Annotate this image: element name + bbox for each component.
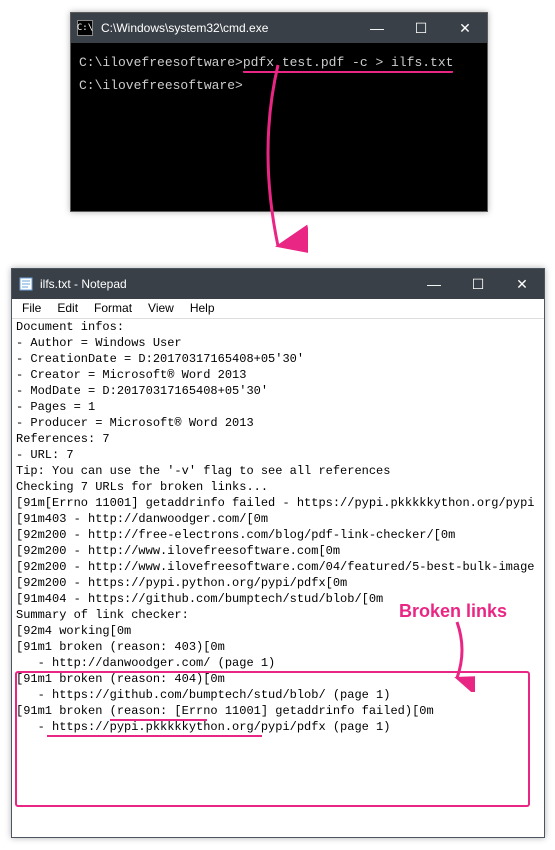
- notepad-window: ilfs.txt - Notepad — ☐ ✕ File Edit Forma…: [11, 268, 545, 838]
- text-line: [91m[Errno 11001] getaddrinfo failed - …: [16, 495, 540, 511]
- menu-format[interactable]: Format: [86, 299, 140, 318]
- text-line: [91m1 broken (reason: 403)[0m: [16, 639, 540, 655]
- text-line: - Producer = Microsoft® Word 2013: [16, 415, 540, 431]
- cmd-line-1: C:\ilovefreesoftware>pdfx test.pdf -c > …: [79, 55, 479, 70]
- maximize-button[interactable]: ☐: [399, 13, 443, 43]
- cmd-body[interactable]: C:\ilovefreesoftware>pdfx test.pdf -c > …: [71, 43, 487, 113]
- text-line: Document infos:: [16, 319, 540, 335]
- text-line: - Pages = 1: [16, 399, 540, 415]
- text-line: Summary of link checker:: [16, 607, 540, 623]
- maximize-button[interactable]: ☐: [456, 269, 500, 299]
- minimize-button[interactable]: —: [355, 13, 399, 43]
- text-line: - CreationDate = D:20170317165408+05'30': [16, 351, 540, 367]
- text-line: Checking 7 URLs for broken links...: [16, 479, 540, 495]
- text-line: [92m200 - http://www.ilovefreesoftware.…: [16, 543, 540, 559]
- notepad-window-controls: — ☐ ✕: [412, 269, 544, 299]
- minimize-button[interactable]: —: [412, 269, 456, 299]
- text-line: - ModDate = D:20170317165408+05'30': [16, 383, 540, 399]
- menu-file[interactable]: File: [14, 299, 49, 318]
- text-line: - http://danwoodger.com/ (page 1): [16, 655, 540, 671]
- text-line: Tip: You can use the '-v' flag to see al…: [16, 463, 540, 479]
- text-line: [92m200 - https://pypi.python.org/pypi/…: [16, 575, 540, 591]
- cmd-line-2: C:\ilovefreesoftware>: [79, 78, 479, 93]
- text-line: [91m1 broken (reason: 404)[0m: [16, 671, 540, 687]
- cmd-window-controls: — ☐ ✕: [355, 13, 487, 43]
- notepad-titlebar: ilfs.txt - Notepad — ☐ ✕: [12, 269, 544, 299]
- close-button[interactable]: ✕: [500, 269, 544, 299]
- text-line: References: 7: [16, 431, 540, 447]
- cmd-command-text: pdfx test.pdf -c > ilfs.txt: [243, 55, 454, 73]
- text-line: - URL: 7: [16, 447, 540, 463]
- cmd-icon: C:\: [77, 20, 93, 36]
- cmd-prompt: C:\ilovefreesoftware>: [79, 55, 243, 70]
- menu-help[interactable]: Help: [182, 299, 223, 318]
- text-line: - https://pypi.pkkkkkython.org/pypi/pdfx…: [16, 719, 540, 735]
- menu-edit[interactable]: Edit: [49, 299, 86, 318]
- notepad-window-title: ilfs.txt - Notepad: [40, 277, 412, 291]
- text-line: - Creator = Microsoft® Word 2013: [16, 367, 540, 383]
- notepad-menubar: File Edit Format View Help: [12, 299, 544, 319]
- text-line: - https://github.com/bumptech/stud/blob/…: [16, 687, 540, 703]
- menu-view[interactable]: View: [140, 299, 182, 318]
- close-button[interactable]: ✕: [443, 13, 487, 43]
- text-line: [92m200 - http://free-electrons.com/blo…: [16, 527, 540, 543]
- cmd-titlebar: C:\ C:\Windows\system32\cmd.exe — ☐ ✕: [71, 13, 487, 43]
- text-line: [91m403 - http://danwoodger.com/[0m: [16, 511, 540, 527]
- notepad-text-area[interactable]: Document infos:- Author = Windows User- …: [12, 319, 544, 735]
- text-line: [92m200 - http://www.ilovefreesoftware.…: [16, 559, 540, 575]
- text-line: [91m404 - https://github.com/bumptech/s…: [16, 591, 540, 607]
- notepad-icon: [18, 276, 34, 292]
- cmd-window: C:\ C:\Windows\system32\cmd.exe — ☐ ✕ C:…: [70, 12, 488, 212]
- text-line: [92m4 working[0m: [16, 623, 540, 639]
- cmd-window-title: C:\Windows\system32\cmd.exe: [99, 21, 355, 35]
- text-line: [91m1 broken (reason: [Errno 11001] get…: [16, 703, 540, 719]
- text-line: - Author = Windows User: [16, 335, 540, 351]
